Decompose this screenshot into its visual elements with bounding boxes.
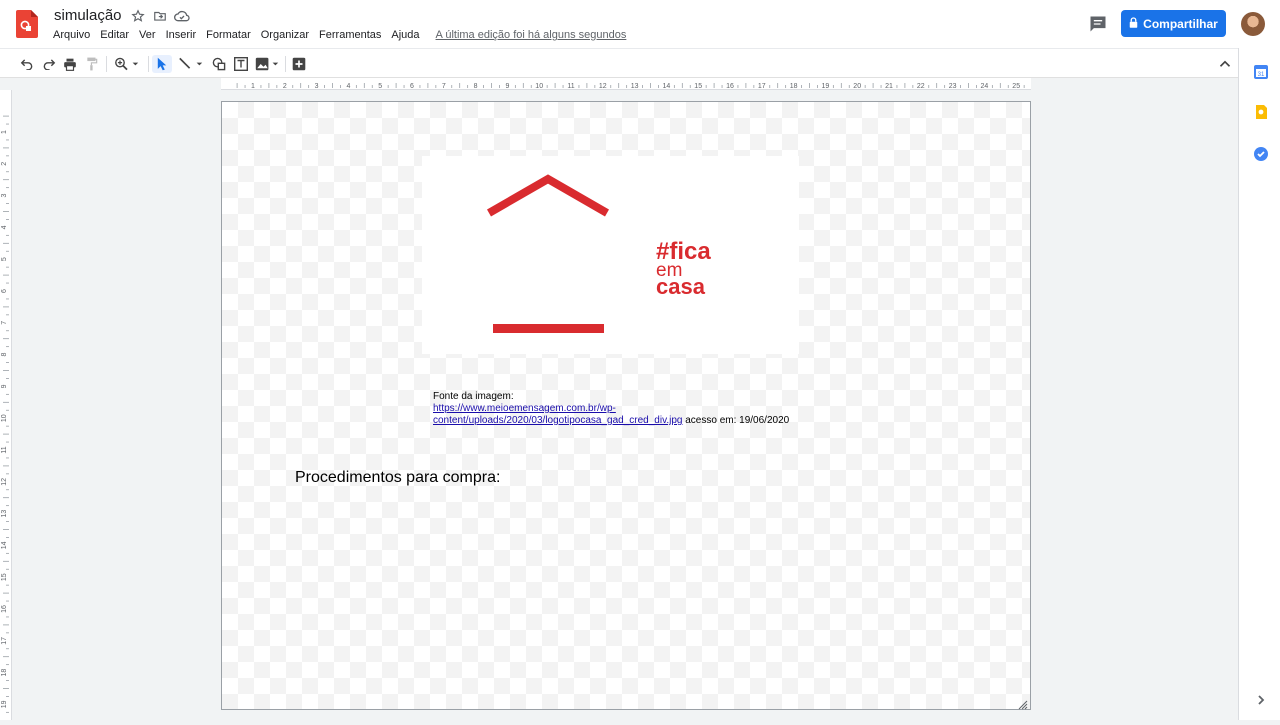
image-source-textbox[interactable]: Fonte da imagem: https://www.meioemensag…: [433, 391, 853, 427]
menu-organizar[interactable]: Organizar: [256, 28, 314, 42]
ruler-label: 20: [853, 83, 861, 90]
ruler-label: 16: [1, 605, 8, 613]
access-date-text: acesso em: 19/06/2020: [682, 415, 790, 426]
last-edit-link[interactable]: A última edição foi há alguns segundos: [431, 28, 632, 42]
ruler-label: 6: [1, 289, 8, 293]
ruler-label: 22: [917, 83, 925, 90]
ruler-label: 10: [1, 414, 8, 422]
print-icon[interactable]: [61, 55, 79, 73]
share-label: Compartilhar: [1143, 16, 1218, 31]
ruler-label: 12: [1, 478, 8, 486]
menu-ajuda[interactable]: Ajuda: [386, 28, 424, 42]
ruler-label: 9: [1, 384, 8, 388]
star-icon[interactable]: [130, 8, 146, 24]
document-title[interactable]: simulação: [54, 7, 122, 24]
toolbar: [0, 48, 1238, 78]
app-header: simulação Arquivo Editar Ver Inserir For…: [0, 0, 1280, 48]
logo-casa-text: casa: [656, 274, 706, 299]
drawings-logo-icon[interactable]: [16, 10, 38, 38]
ruler-label: 1: [251, 83, 255, 90]
ruler-label: 7: [442, 83, 446, 90]
source-label: Fonte da imagem:: [433, 391, 514, 402]
select-icon[interactable]: [152, 55, 172, 73]
ruler-label: 7: [1, 321, 8, 325]
ruler-label: 13: [1, 510, 8, 518]
ruler-label: 24: [981, 83, 989, 90]
menu-arquivo[interactable]: Arquivo: [48, 28, 95, 42]
fica-em-casa-image[interactable]: #fica em casa: [422, 156, 799, 354]
share-button[interactable]: Compartilhar: [1121, 10, 1226, 37]
avatar[interactable]: [1241, 12, 1265, 36]
keep-icon[interactable]: [1253, 104, 1269, 120]
comments-icon[interactable]: [1088, 14, 1108, 34]
ruler-label: 4: [346, 83, 350, 90]
ruler-label: 5: [1, 257, 8, 261]
ruler-label: 2: [1, 162, 8, 166]
ruler-label: 11: [1, 446, 8, 453]
resize-grip-icon[interactable]: [1018, 697, 1028, 710]
ruler-label: 12: [599, 83, 607, 90]
ruler-label: 3: [1, 194, 8, 198]
cloud-status-icon[interactable]: [174, 8, 190, 24]
ruler-label: 18: [790, 83, 798, 90]
ruler-label: 17: [758, 83, 766, 90]
image-icon[interactable]: [253, 55, 281, 73]
redo-icon[interactable]: [40, 55, 58, 73]
text-box-icon[interactable]: [231, 55, 251, 73]
menu-ver[interactable]: Ver: [134, 28, 161, 42]
svg-text:31: 31: [1258, 72, 1265, 78]
ruler-label: 14: [1, 541, 8, 549]
menu-editar[interactable]: Editar: [95, 28, 134, 42]
ruler-label: 19: [822, 83, 830, 90]
source-url-link[interactable]: https://www.meioemensagem.com.br/wp-cont…: [433, 403, 682, 426]
ruler-label: 4: [1, 225, 8, 229]
ruler-label: 8: [1, 353, 8, 357]
ruler-label: 8: [474, 83, 478, 90]
ruler-label: 11: [567, 83, 574, 90]
ruler-label: 10: [535, 83, 543, 90]
expand-panel-icon[interactable]: [1253, 692, 1269, 708]
menu-formatar[interactable]: Formatar: [201, 28, 256, 42]
ruler-label: 2: [283, 83, 287, 90]
horizontal-ruler[interactable]: 1 2 3 4 5 6 7 8 9 10 11 12 13 14 15 16 17 18 19 20 21 22 23 24 2…: [0, 78, 1238, 90]
move-folder-icon[interactable]: [152, 8, 168, 24]
ruler-label: 5: [378, 83, 382, 90]
ruler-label: 17: [1, 637, 8, 645]
collapse-icon[interactable]: [1216, 55, 1234, 73]
paint-format-icon[interactable]: [83, 55, 101, 73]
ruler-label: 13: [631, 83, 639, 90]
vertical-ruler[interactable]: 1 2 3 4 5 6 7 8 9 10 11 12 13 14 15 16 17 18 19: [0, 90, 12, 720]
ruler-label: 15: [694, 83, 702, 90]
ruler-label: 21: [885, 83, 893, 90]
line-icon[interactable]: [176, 55, 206, 73]
undo-icon[interactable]: [18, 55, 36, 73]
drawing-canvas[interactable]: #fica em casa Fonte da imagem: https://w…: [221, 101, 1031, 710]
add-icon[interactable]: [290, 55, 308, 73]
menu-inserir[interactable]: Inserir: [161, 28, 202, 42]
ruler-label: 9: [505, 83, 509, 90]
ruler-label: 25: [1012, 83, 1020, 90]
ruler-label: 1: [1, 130, 8, 134]
ruler-label: 6: [410, 83, 414, 90]
menu-bar: Arquivo Editar Ver Inserir Formatar Orga…: [48, 28, 631, 42]
menu-ferramentas[interactable]: Ferramentas: [314, 28, 386, 42]
ruler-label: 16: [726, 83, 734, 90]
ruler-label: 14: [663, 83, 671, 90]
lock-icon: [1129, 16, 1138, 31]
zoom-icon[interactable]: [111, 55, 143, 73]
ruler-label: 23: [949, 83, 957, 90]
tasks-icon[interactable]: [1253, 146, 1269, 162]
calendar-icon[interactable]: 31: [1253, 64, 1269, 80]
shape-icon[interactable]: [209, 55, 229, 73]
ruler-label: 19: [1, 700, 8, 708]
procedures-heading[interactable]: Procedimentos para compra:: [295, 469, 500, 487]
ruler-label: 15: [1, 573, 8, 581]
ruler-label: 18: [1, 669, 8, 677]
side-panel: 31: [1238, 48, 1280, 720]
ruler-label: 3: [315, 83, 319, 90]
